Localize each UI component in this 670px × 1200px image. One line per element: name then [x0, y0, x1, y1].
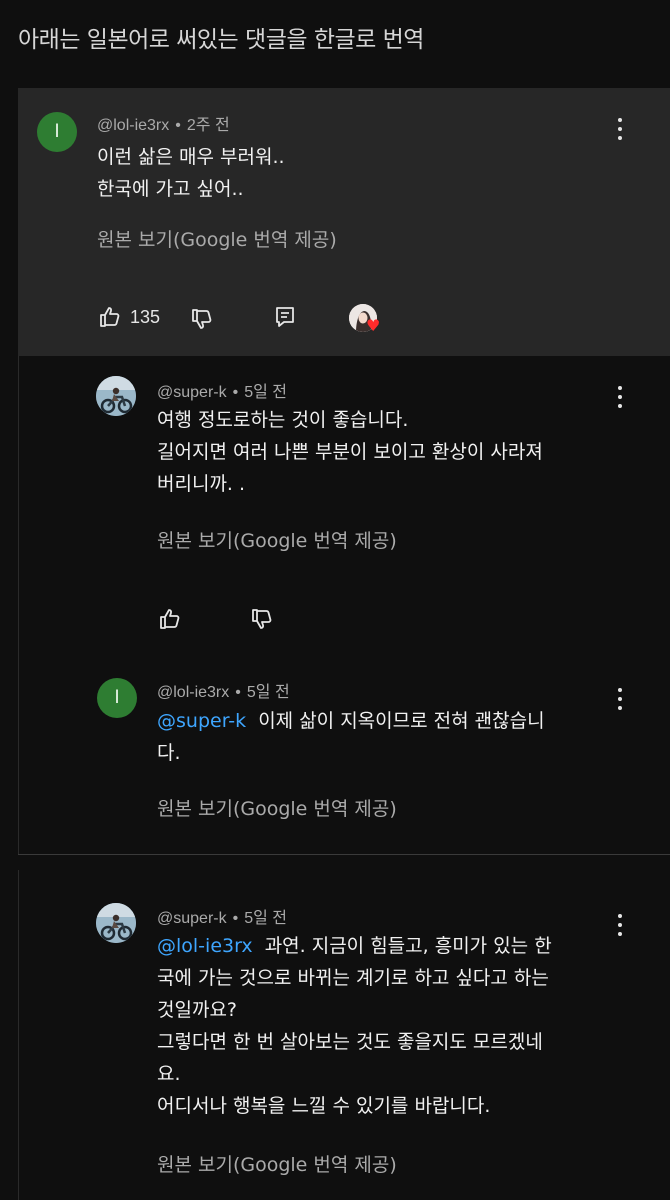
comment-text: 여행 정도로하는 것이 좋습니다. 길어지면 여러 나쁜 부분이 보이고 환상이…	[157, 404, 617, 500]
avatar[interactable]	[96, 903, 136, 943]
comment-meta: @super-k • 5일 전	[157, 910, 287, 927]
more-options-icon[interactable]	[610, 114, 630, 144]
comment-line: 다.	[157, 742, 181, 764]
comment-line: 그렇다면 한 번 살아보는 것도 좋을지도 모르겠네	[157, 1031, 543, 1053]
dislike-icon[interactable]	[250, 607, 274, 631]
comment-author[interactable]: @lol-ie3rx	[97, 117, 169, 134]
comment-line: @lol-ie3rx 과연. 지금이 힘들고, 흥미가 있는 한	[157, 930, 627, 962]
like-icon[interactable]	[98, 305, 122, 329]
like-count: 135	[130, 307, 161, 327]
comment-meta: @lol-ie3rx • 2주 전	[97, 117, 230, 134]
comment-time[interactable]: 5일 전	[244, 910, 287, 927]
see-original-link[interactable]: 원본 보기(Google 번역 제공)	[157, 1150, 397, 1177]
comment-line: 어디서나 행복을 느낄 수 있기를 바랍니다.	[157, 1095, 491, 1117]
comment-line: 길어지면 여러 나쁜 부분이 보이고 환상이 사라져	[157, 441, 543, 463]
avatar[interactable]: I	[37, 112, 77, 152]
dislike-icon[interactable]	[190, 307, 214, 331]
comment-time[interactable]: 2주 전	[187, 117, 230, 134]
comment-meta: @super-k • 5일 전	[157, 384, 287, 401]
thread-separator	[18, 854, 670, 870]
comment-meta: @lol-ie3rx • 5일 전	[157, 684, 290, 701]
avatar[interactable]: I	[97, 678, 137, 718]
comment-line: 한국에 가고 싶어..	[97, 178, 244, 200]
see-original-link[interactable]: 원본 보기(Google 번역 제공)	[157, 526, 397, 553]
comment-line: 버리니까. .	[157, 473, 246, 495]
comment-author[interactable]: @super-k	[157, 910, 227, 927]
comment-line: 것일까요?	[157, 999, 238, 1021]
comment-line: 이런 삶은 매우 부러워..	[97, 146, 285, 168]
heart-icon: ♥	[366, 316, 381, 335]
comment-line-text: 이제 삶이 지옥이므로 전혀 괜찮습니	[258, 710, 545, 732]
see-original-link[interactable]: 원본 보기(Google 번역 제공)	[157, 794, 397, 821]
comment-line: 요.	[157, 1063, 181, 1085]
page-title: 아래는 일본어로 써있는 댓글을 한글로 번역	[18, 27, 424, 53]
comment-line: @super-k 이제 삶이 지옥이므로 전혀 괜찮습니	[157, 705, 617, 737]
avatar[interactable]	[96, 376, 136, 416]
comment-line: 국에 가는 것으로 바뀌는 계기로 하고 싶다고 하는	[157, 967, 549, 989]
comment-text: @lol-ie3rx 과연. 지금이 힘들고, 흥미가 있는 한 국에 가는 것…	[157, 930, 627, 1122]
comment-time[interactable]: 5일 전	[244, 384, 287, 401]
comment-text: 이런 삶은 매우 부러워.. 한국에 가고 싶어..	[97, 141, 557, 205]
see-original-link[interactable]: 원본 보기(Google 번역 제공)	[97, 225, 337, 252]
like-icon[interactable]	[158, 607, 182, 631]
comment-text: @super-k 이제 삶이 지옥이므로 전혀 괜찮습니 다.	[157, 705, 617, 769]
mention-link[interactable]: @lol-ie3rx	[157, 935, 253, 957]
comment-time[interactable]: 5일 전	[247, 684, 290, 701]
comment-line-text: 과연. 지금이 힘들고, 흥미가 있는 한	[264, 935, 552, 957]
reply-icon[interactable]	[273, 305, 297, 329]
mention-link[interactable]: @super-k	[157, 710, 246, 732]
comment-author[interactable]: @lol-ie3rx	[157, 684, 229, 701]
comment-author[interactable]: @super-k	[157, 384, 227, 401]
comment-line: 여행 정도로하는 것이 좋습니다.	[157, 409, 409, 431]
